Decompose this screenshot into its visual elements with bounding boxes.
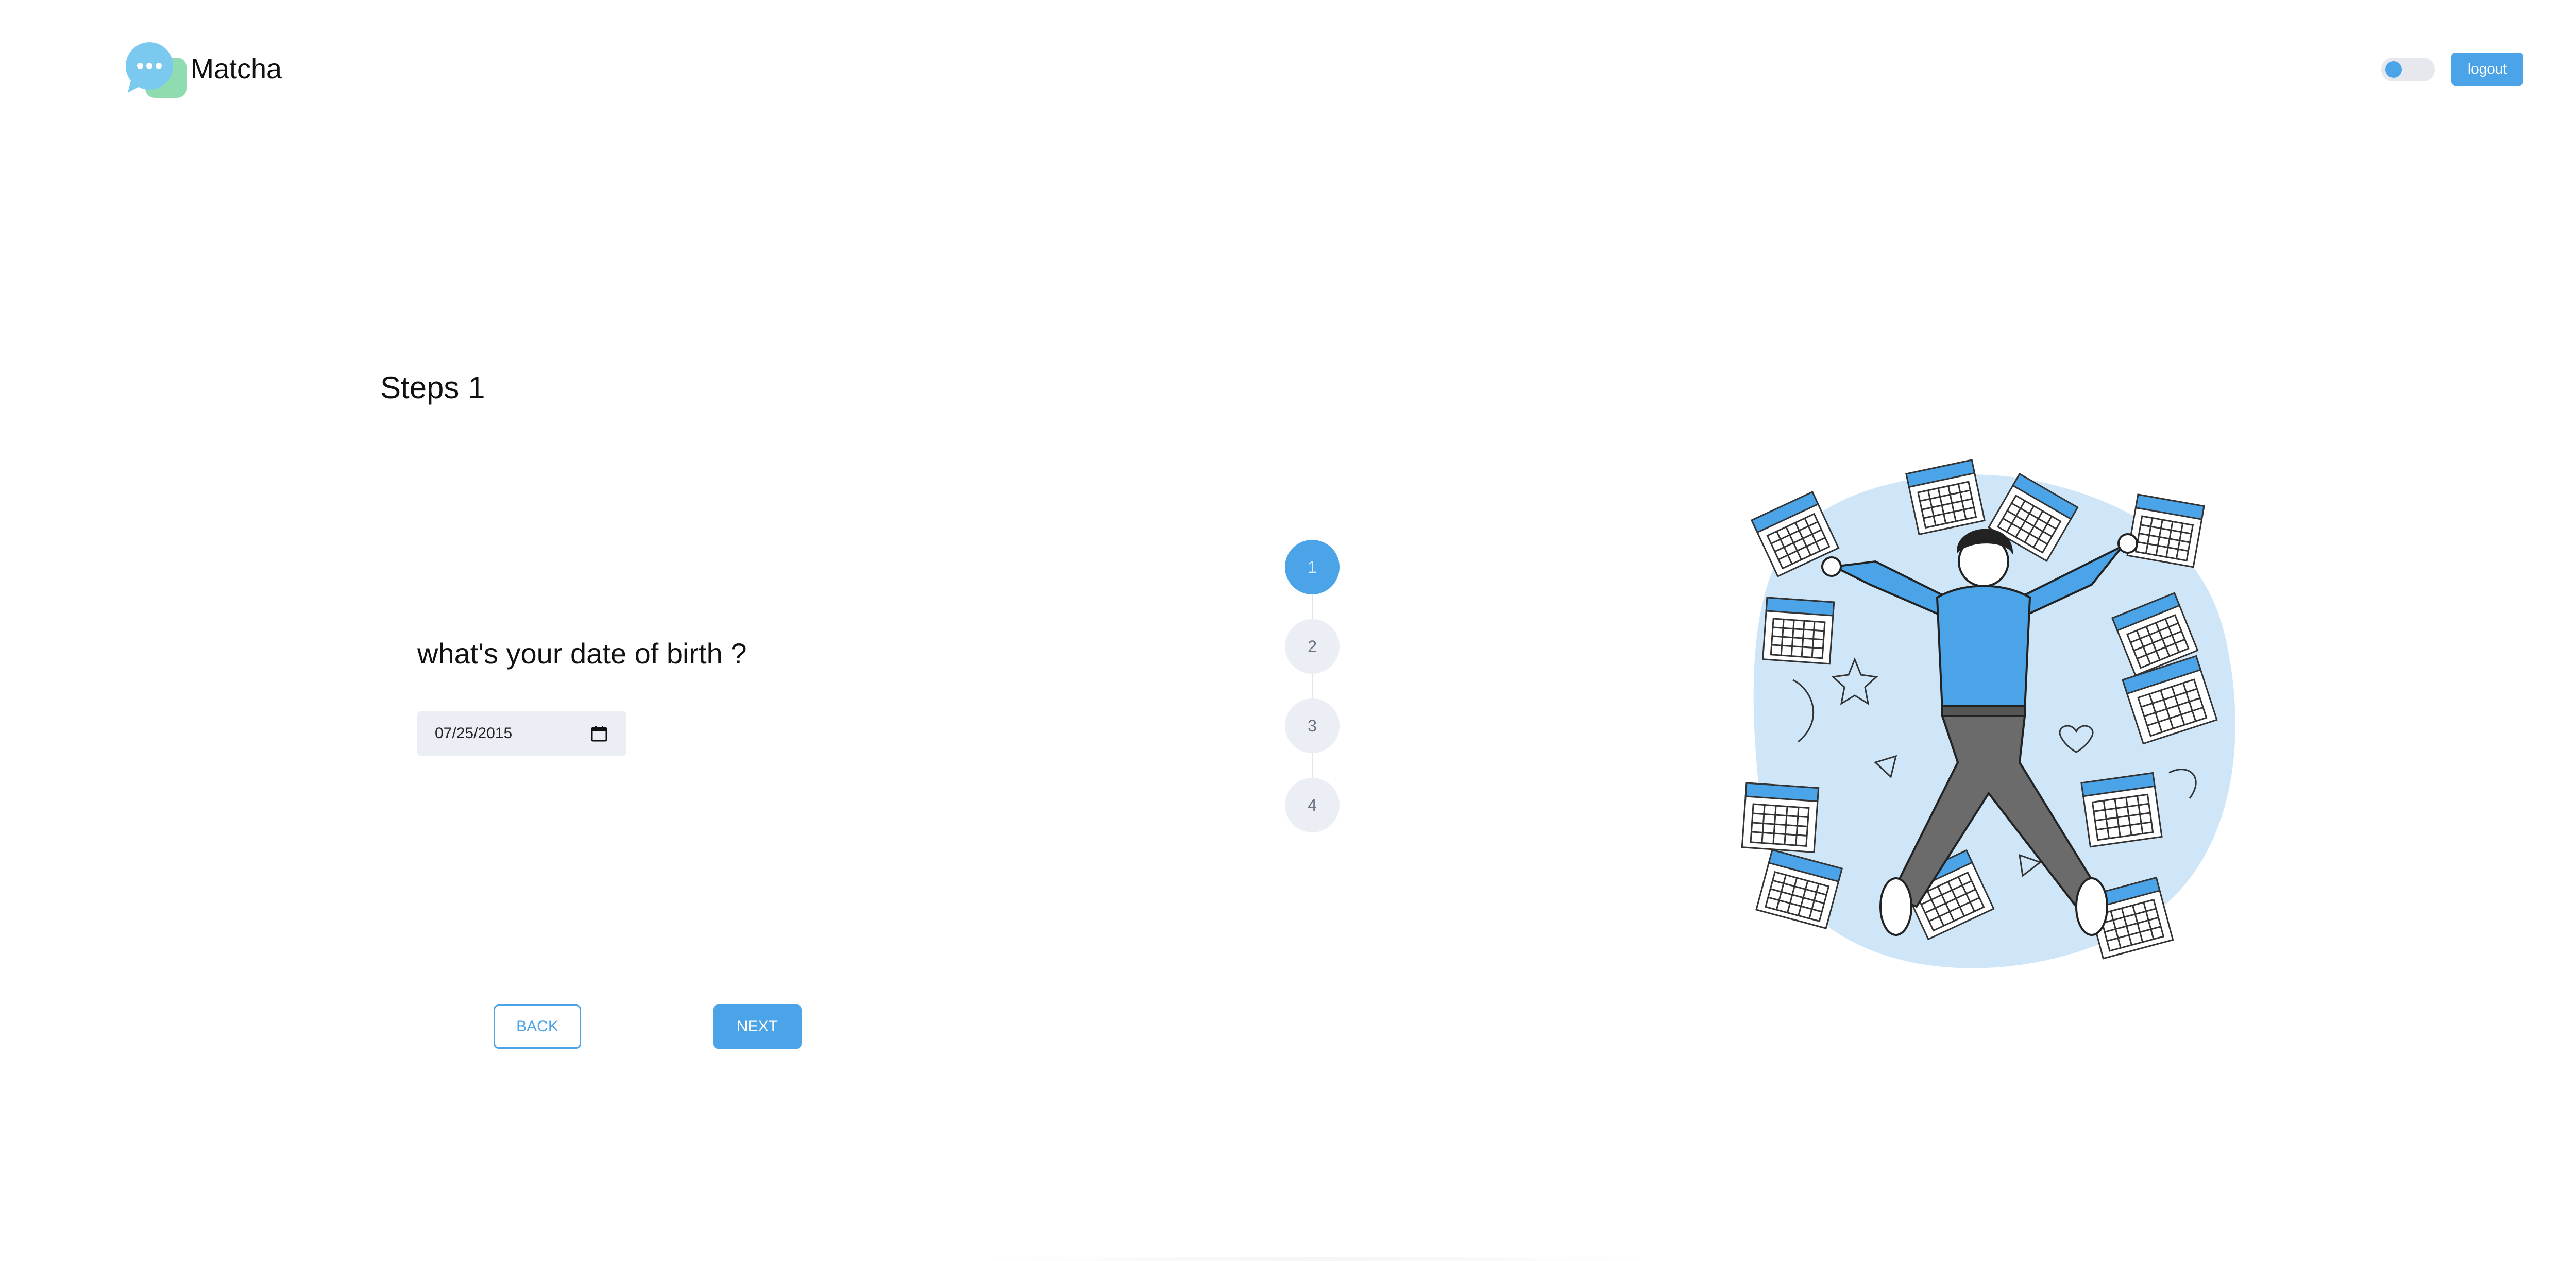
theme-toggle[interactable] (2381, 58, 2435, 81)
step-1[interactable]: 1 (1285, 540, 1340, 594)
brand[interactable]: Matcha (126, 40, 282, 98)
brand-name: Matcha (191, 54, 282, 84)
date-of-birth-input[interactable]: 07/25/2015 (417, 711, 626, 756)
stepper-connector (1312, 571, 1313, 808)
chat-bubble-logo-icon (126, 40, 187, 98)
calendar-person-illustration (1731, 443, 2257, 989)
toggle-knob (2385, 61, 2402, 78)
calendar-icon[interactable] (590, 725, 608, 742)
logout-button[interactable]: logout (2451, 53, 2523, 86)
steps-title: Steps 1 (380, 370, 485, 405)
birthdate-step-page: Matcha logout Steps 1 what's your date o… (0, 0, 2576, 1261)
bottom-divider (979, 1257, 1659, 1261)
back-button[interactable]: BACK (494, 1004, 581, 1049)
next-button[interactable]: NEXT (713, 1004, 802, 1049)
question-label: what's your date of birth ? (417, 637, 747, 670)
date-value: 07/25/2015 (435, 725, 513, 742)
step-4[interactable]: 4 (1285, 778, 1340, 832)
step-2[interactable]: 2 (1285, 619, 1340, 674)
step-3[interactable]: 3 (1285, 698, 1340, 753)
